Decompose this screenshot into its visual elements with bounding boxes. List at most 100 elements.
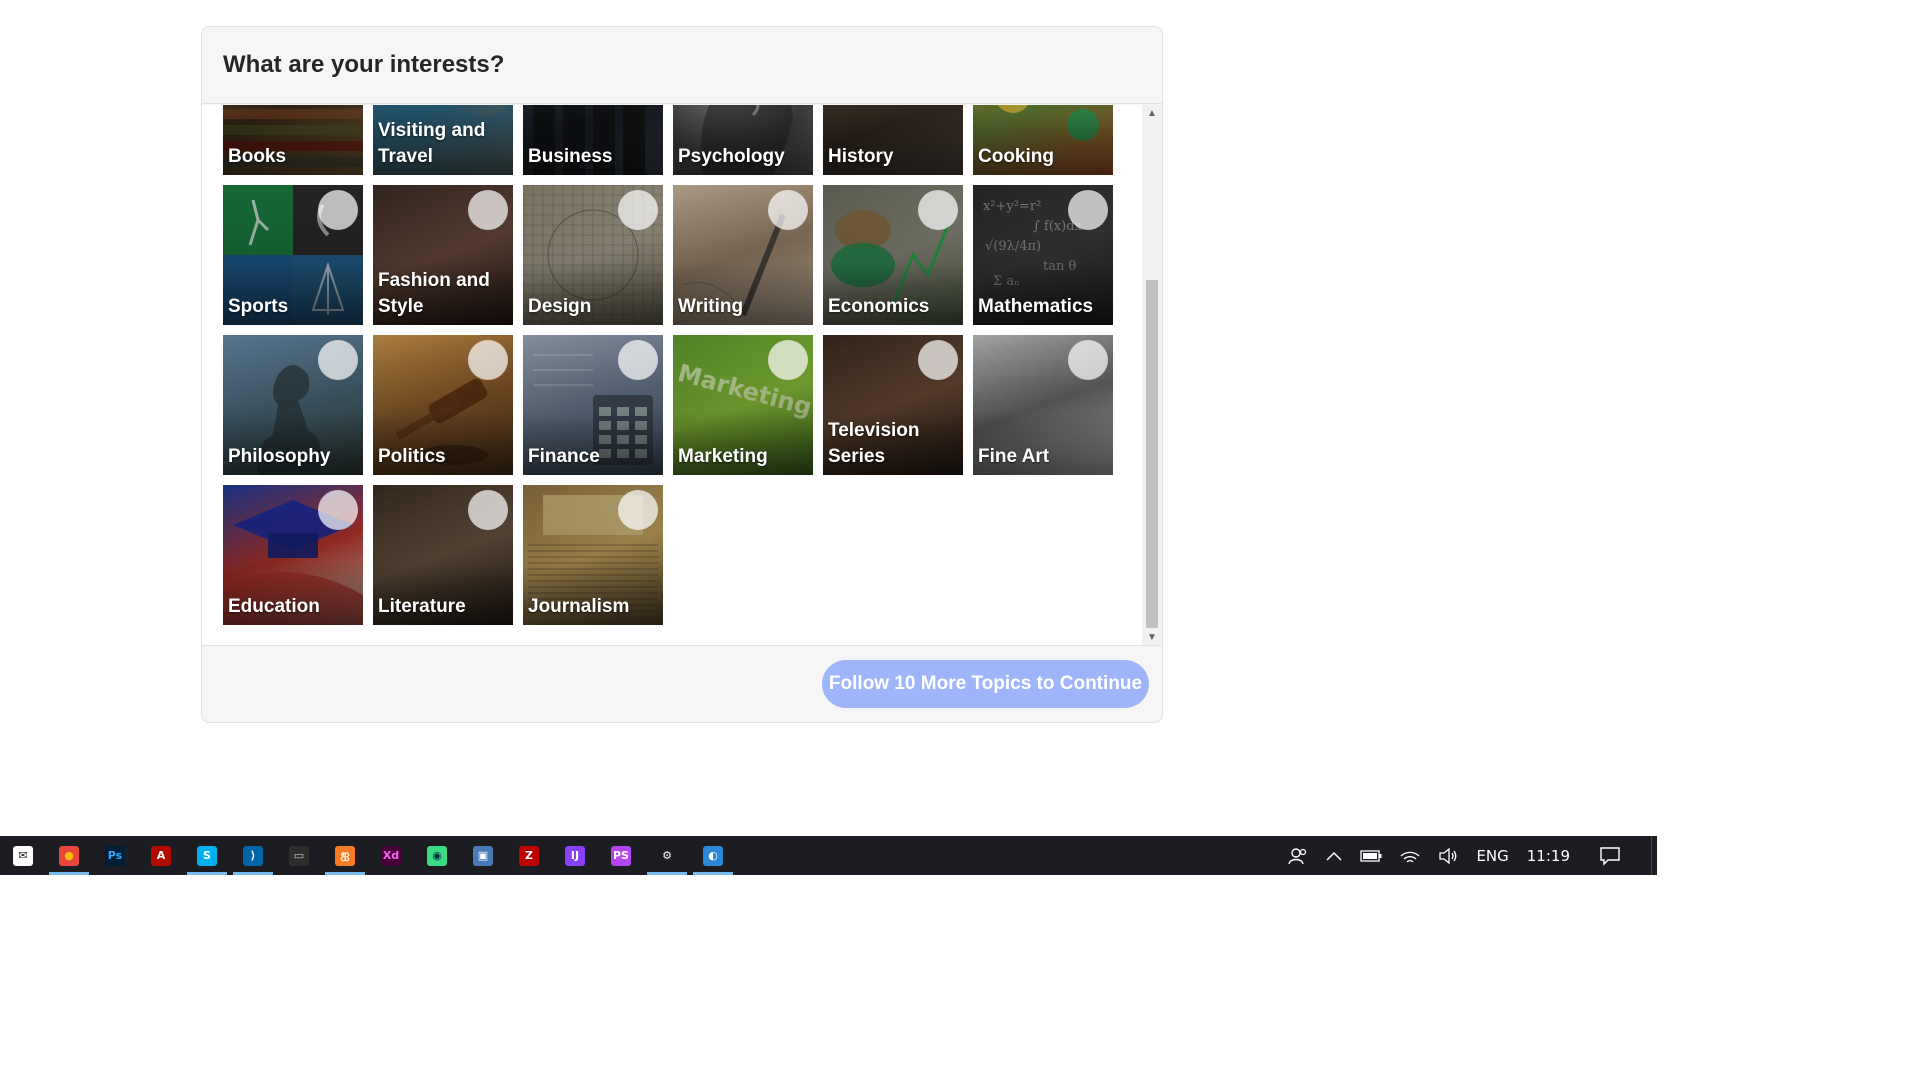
topic-tile-psychology[interactable]: Psychology bbox=[673, 105, 813, 175]
topics-grid: Books Visiting and Travel Business Psycholo… bbox=[223, 105, 1113, 625]
topic-tile-writing[interactable]: Writing bbox=[673, 185, 813, 325]
taskbar-app-skype[interactable]: S bbox=[184, 836, 230, 875]
remote-desktop-icon: ▣ bbox=[473, 845, 493, 866]
topic-label: Finance bbox=[528, 446, 600, 467]
topic-tile-fashion-and-style[interactable]: Fashion and Style bbox=[373, 185, 513, 325]
topic-tile-journalism[interactable]: Journalism bbox=[523, 485, 663, 625]
topic-tile-sports[interactable]: Sports bbox=[223, 185, 363, 325]
action-center-icon[interactable] bbox=[1579, 836, 1641, 875]
interests-dialog: What are your interests? Books Visiting a… bbox=[201, 26, 1163, 723]
taskbar-app-adobe-xd[interactable]: Xd bbox=[368, 836, 414, 875]
acrobat-icon: A bbox=[151, 845, 171, 866]
select-circle-icon[interactable] bbox=[768, 340, 808, 380]
show-desktop-button[interactable] bbox=[1651, 836, 1657, 875]
topic-tile-television-series[interactable]: Television Series bbox=[823, 335, 963, 475]
topic-label: Marketing bbox=[678, 446, 768, 467]
clock[interactable]: 11:19 bbox=[1518, 836, 1579, 875]
taskbar-app-remote-desktop[interactable]: ▣ bbox=[460, 836, 506, 875]
mail-icon: ✉ bbox=[13, 845, 33, 866]
topic-label: Fashion and Style bbox=[378, 270, 490, 317]
topic-tile-history[interactable]: History bbox=[823, 105, 963, 175]
taskbar-app-phpstorm[interactable]: PS bbox=[598, 836, 644, 875]
topic-label: History bbox=[828, 146, 894, 167]
taskbar-app-photoshop[interactable]: Ps bbox=[92, 836, 138, 875]
dialog-title: What are your interests? bbox=[223, 51, 505, 78]
taskbar-app-vscode[interactable]: ⟩ bbox=[230, 836, 276, 875]
taskbar-app-acrobat[interactable]: A bbox=[138, 836, 184, 875]
taskbar-app-filezilla[interactable]: Z bbox=[506, 836, 552, 875]
topic-tile-marketing[interactable]: MarketingMarketing bbox=[673, 335, 813, 475]
skype-icon: S bbox=[197, 845, 217, 866]
select-circle-icon[interactable] bbox=[318, 190, 358, 230]
select-circle-icon[interactable] bbox=[918, 190, 958, 230]
select-circle-icon[interactable] bbox=[1068, 340, 1108, 380]
topic-label: Journalism bbox=[528, 596, 630, 617]
taskbar-app-xampp[interactable]: ஐ bbox=[322, 836, 368, 875]
terminal-icon: ▭ bbox=[289, 845, 309, 866]
taskbar-app-android-studio[interactable]: ◉ bbox=[414, 836, 460, 875]
topic-tile-books[interactable]: Books bbox=[223, 105, 363, 175]
taskbar-app-paint[interactable]: ◐ bbox=[690, 836, 736, 875]
select-circle-icon[interactable] bbox=[468, 490, 508, 530]
dialog-header: What are your interests? bbox=[202, 27, 1162, 104]
topic-label: Education bbox=[228, 596, 320, 617]
chevron-up-icon[interactable] bbox=[1317, 836, 1351, 875]
chrome-icon: ● bbox=[59, 845, 79, 866]
topic-tile-philosophy[interactable]: Philosophy bbox=[223, 335, 363, 475]
topics-viewport: Books Visiting and Travel Business Psycholo… bbox=[202, 105, 1142, 646]
system-tray: ENG 11:19 bbox=[1279, 836, 1657, 875]
taskbar-app-intellij[interactable]: IJ bbox=[552, 836, 598, 875]
volume-icon[interactable] bbox=[1429, 836, 1467, 875]
dialog-footer: Follow 10 More Topics to Continue bbox=[202, 645, 1162, 722]
filezilla-icon: Z bbox=[519, 845, 539, 866]
topic-tile-business[interactable]: Business bbox=[523, 105, 663, 175]
taskbar-app-chrome[interactable]: ● bbox=[46, 836, 92, 875]
adobe-xd-icon: Xd bbox=[381, 845, 401, 866]
taskbar-app-mail[interactable]: ✉ bbox=[0, 836, 46, 875]
select-circle-icon[interactable] bbox=[318, 340, 358, 380]
vertical-scrollbar[interactable]: ▲ ▼ bbox=[1142, 105, 1162, 646]
topic-tile-visiting-and-travel[interactable]: Visiting and Travel bbox=[373, 105, 513, 175]
topic-tile-design[interactable]: Design bbox=[523, 185, 663, 325]
select-circle-icon[interactable] bbox=[918, 340, 958, 380]
select-circle-icon[interactable] bbox=[618, 340, 658, 380]
scroll-down-arrow-icon[interactable]: ▼ bbox=[1142, 629, 1162, 646]
windows-taskbar: ✉ ● Ps A S ⟩ ▭ ஐ Xd ◉ ▣ Z IJ PS ⚙ ◐ ENG 11:19 bbox=[0, 836, 1657, 875]
topic-tile-finance[interactable]: Finance bbox=[523, 335, 663, 475]
topic-label: Visiting and Travel bbox=[378, 120, 486, 167]
taskbar-app-settings[interactable]: ⚙ bbox=[644, 836, 690, 875]
topic-tile-fine-art[interactable]: Fine Art bbox=[973, 335, 1113, 475]
battery-icon[interactable] bbox=[1351, 836, 1391, 875]
people-icon[interactable] bbox=[1279, 836, 1317, 875]
topic-tile-politics[interactable]: Politics bbox=[373, 335, 513, 475]
topic-tile-education[interactable]: Education bbox=[223, 485, 363, 625]
topic-label: Sports bbox=[228, 296, 289, 317]
topics-scroll-area[interactable]: Books Visiting and Travel Business Psycholo… bbox=[202, 105, 1162, 646]
language-indicator[interactable]: ENG bbox=[1467, 836, 1517, 875]
select-circle-icon[interactable] bbox=[618, 490, 658, 530]
intellij-icon: IJ bbox=[565, 845, 585, 866]
wifi-icon[interactable] bbox=[1391, 836, 1429, 875]
topic-label: Politics bbox=[378, 446, 446, 467]
topic-label: Philosophy bbox=[228, 446, 331, 467]
select-circle-icon[interactable] bbox=[468, 340, 508, 380]
scroll-up-arrow-icon[interactable]: ▲ bbox=[1142, 105, 1162, 122]
continue-button[interactable]: Follow 10 More Topics to Continue bbox=[822, 660, 1149, 708]
topic-label: Television Series bbox=[828, 420, 920, 467]
photoshop-icon: Ps bbox=[105, 845, 125, 866]
select-circle-icon[interactable] bbox=[618, 190, 658, 230]
vscode-icon: ⟩ bbox=[243, 845, 263, 866]
select-circle-icon[interactable] bbox=[768, 190, 808, 230]
scrollbar-thumb[interactable] bbox=[1146, 280, 1158, 628]
topic-tile-literature[interactable]: Literature bbox=[373, 485, 513, 625]
topic-tile-cooking[interactable]: Cooking bbox=[973, 105, 1113, 175]
select-circle-icon[interactable] bbox=[1068, 190, 1108, 230]
topic-label: Business bbox=[528, 146, 613, 167]
topic-label: Economics bbox=[828, 296, 930, 317]
topic-tile-economics[interactable]: Economics bbox=[823, 185, 963, 325]
taskbar-app-terminal[interactable]: ▭ bbox=[276, 836, 322, 875]
select-circle-icon[interactable] bbox=[318, 490, 358, 530]
select-circle-icon[interactable] bbox=[468, 190, 508, 230]
xampp-icon: ஐ bbox=[335, 845, 355, 866]
topic-tile-mathematics[interactable]: x²+y²=r²∫ f(x)dx√(9λ/4π)tan θΣ aₙMathema… bbox=[973, 185, 1113, 325]
